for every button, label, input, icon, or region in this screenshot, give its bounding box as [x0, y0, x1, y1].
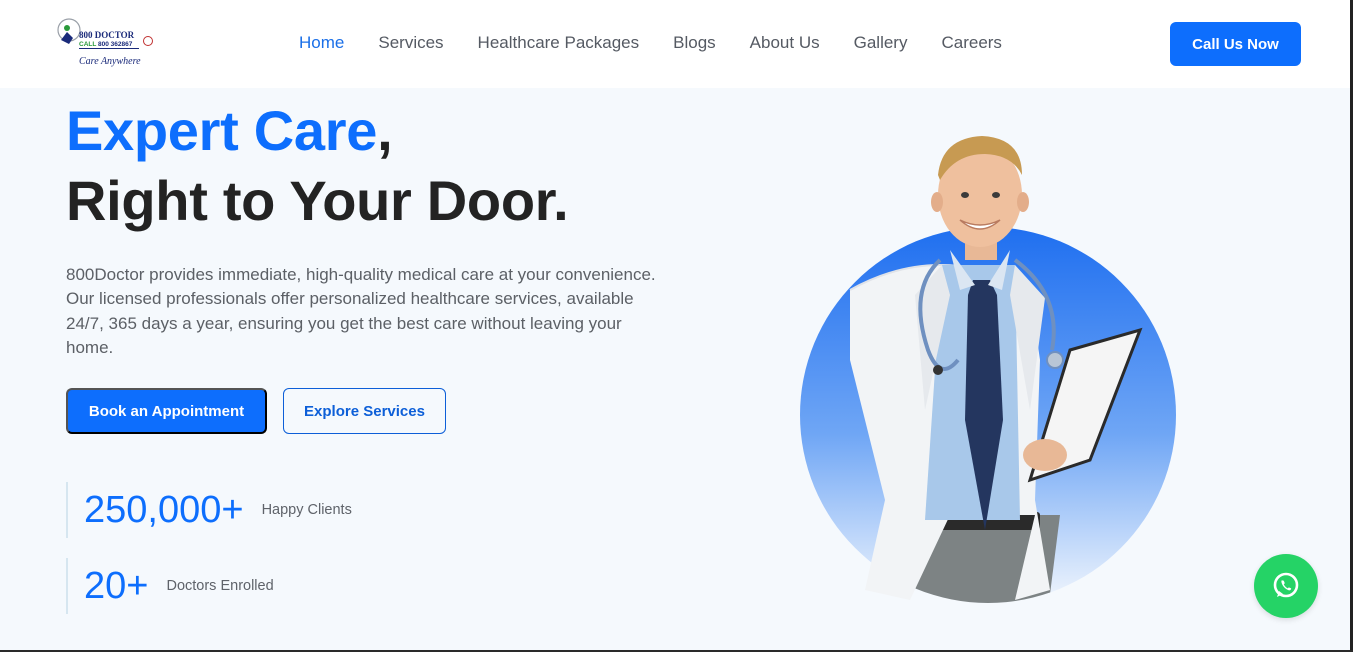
- main-nav: Home Services Healthcare Packages Blogs …: [299, 33, 1036, 53]
- site-logo[interactable]: 800 DOCTOR CALL 800 362867 Care Anywhere: [55, 14, 157, 72]
- hero-title-line2: Right to Your Door.: [66, 169, 569, 232]
- explore-services-button[interactable]: Explore Services: [283, 388, 446, 434]
- logo-call-number: 800 362867: [98, 41, 133, 48]
- stat-label: Happy Clients: [261, 502, 352, 518]
- hero-doctor-image: [790, 120, 1190, 610]
- book-appointment-button[interactable]: Book an Appointment: [66, 388, 267, 434]
- logo-wordmark: 800 DOCTOR: [79, 30, 135, 40]
- logo-phone: CALL 800 362867: [79, 41, 132, 48]
- hero-title-comma: ,: [377, 99, 393, 162]
- logo-tagline: Care Anywhere: [79, 56, 141, 67]
- nav-healthcare-packages[interactable]: Healthcare Packages: [478, 33, 640, 53]
- whatsapp-icon: [1273, 572, 1299, 598]
- logo-call-prefix: CALL: [79, 41, 97, 48]
- page: 800 DOCTOR CALL 800 362867 Care Anywhere…: [0, 0, 1353, 652]
- stat-happy-clients: 250,000+ Happy Clients: [66, 482, 352, 538]
- hero-title-line1: Expert Care,: [66, 98, 393, 164]
- stat-label: Doctors Enrolled: [166, 578, 274, 594]
- nav-about-us[interactable]: About Us: [750, 33, 820, 53]
- stat-doctors-enrolled: 20+ Doctors Enrolled: [66, 558, 274, 614]
- hero-title-accent: Expert Care: [66, 99, 378, 162]
- nav-blogs[interactable]: Blogs: [673, 33, 716, 53]
- nav-careers[interactable]: Careers: [941, 33, 1001, 53]
- stat-value: 20+: [84, 564, 149, 607]
- site-header: 800 DOCTOR CALL 800 362867 Care Anywhere…: [0, 0, 1350, 88]
- hero-description: 800Doctor provides immediate, high-quali…: [66, 265, 656, 357]
- stat-value: 250,000+: [84, 488, 244, 531]
- whatsapp-button[interactable]: [1254, 554, 1318, 618]
- call-us-now-button[interactable]: Call Us Now: [1170, 22, 1301, 66]
- nav-gallery[interactable]: Gallery: [854, 33, 908, 53]
- nav-services[interactable]: Services: [378, 33, 443, 53]
- nav-home[interactable]: Home: [299, 33, 344, 53]
